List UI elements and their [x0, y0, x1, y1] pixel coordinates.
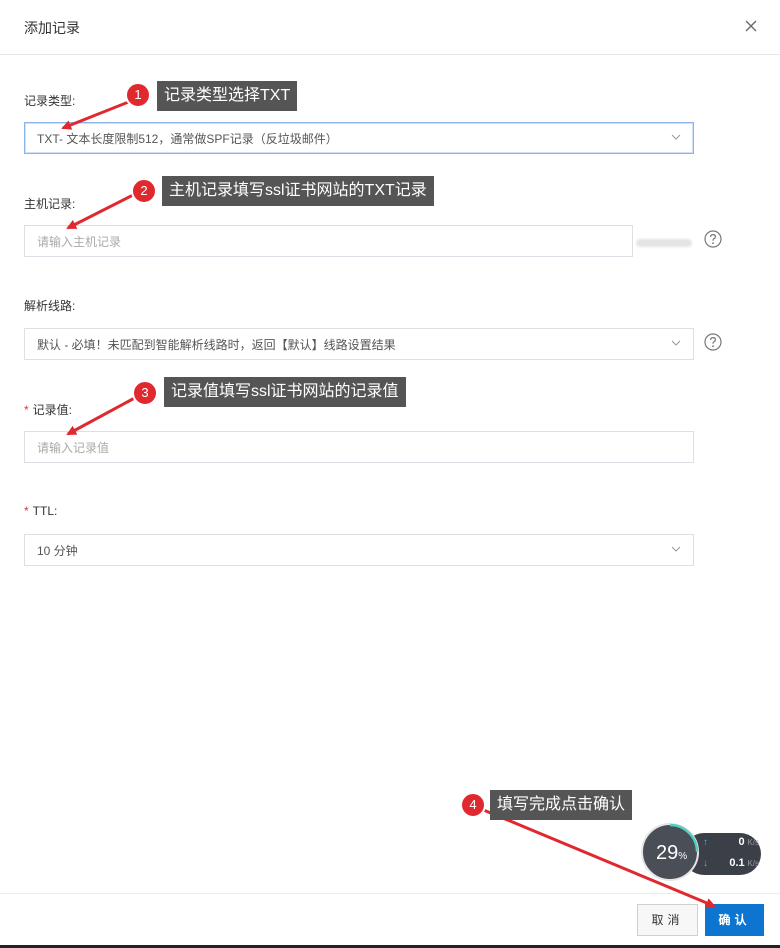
annotation-arrows	[61, 97, 716, 908]
annotation-callout-3: 记录值填写ssl证书网站的记录值	[164, 377, 406, 407]
annotation-arrow-2	[66, 189, 142, 230]
annotation-badge-3: 3	[132, 380, 158, 406]
annotation-callout-4: 填写完成点击确认	[490, 790, 633, 820]
annotation-arrow-1	[61, 97, 137, 130]
annotation-badge-2: 2	[131, 178, 157, 204]
annotation-callout-1: 记录类型选择TXT	[157, 81, 298, 111]
annotation-arrow-3	[66, 392, 143, 436]
annotation-callout-2: 主机记录填写ssl证书网站的TXT记录	[162, 176, 434, 206]
annotation-arrow-4	[473, 804, 716, 908]
annotation-badge-1: 1	[125, 82, 151, 108]
annotation-badge-4: 4	[460, 792, 486, 818]
